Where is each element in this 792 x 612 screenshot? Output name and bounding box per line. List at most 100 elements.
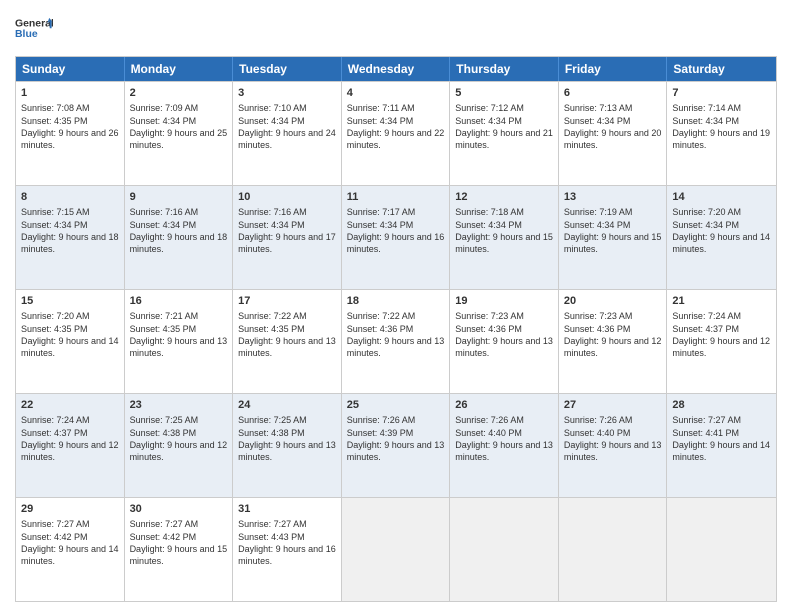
day-info: Sunrise: 7:08 AM Sunset: 4:35 PM Dayligh… bbox=[21, 102, 119, 151]
calendar-row-4: 29 Sunrise: 7:27 AM Sunset: 4:42 PM Dayl… bbox=[16, 497, 776, 601]
calendar-row-3: 22 Sunrise: 7:24 AM Sunset: 4:37 PM Dayl… bbox=[16, 393, 776, 497]
day-number: 16 bbox=[130, 294, 228, 309]
calendar: SundayMondayTuesdayWednesdayThursdayFrid… bbox=[15, 56, 777, 602]
day-info: Sunrise: 7:16 AM Sunset: 4:34 PM Dayligh… bbox=[238, 206, 336, 255]
day-number: 8 bbox=[21, 190, 119, 205]
day-number: 20 bbox=[564, 294, 662, 309]
day-cell-14: 14 Sunrise: 7:20 AM Sunset: 4:34 PM Dayl… bbox=[667, 186, 776, 289]
svg-text:General: General bbox=[15, 18, 53, 29]
day-cell-4: 4 Sunrise: 7:11 AM Sunset: 4:34 PM Dayli… bbox=[342, 82, 451, 185]
day-info: Sunrise: 7:09 AM Sunset: 4:34 PM Dayligh… bbox=[130, 102, 228, 151]
day-number: 2 bbox=[130, 86, 228, 101]
day-cell-10: 10 Sunrise: 7:16 AM Sunset: 4:34 PM Dayl… bbox=[233, 186, 342, 289]
day-number: 18 bbox=[347, 294, 445, 309]
logo: General Blue bbox=[15, 10, 53, 48]
day-cell-20: 20 Sunrise: 7:23 AM Sunset: 4:36 PM Dayl… bbox=[559, 290, 668, 393]
page: General Blue SundayMondayTuesdayWednesda… bbox=[0, 0, 792, 612]
header-day-monday: Monday bbox=[125, 57, 234, 81]
day-number: 22 bbox=[21, 398, 119, 413]
header-day-saturday: Saturday bbox=[667, 57, 776, 81]
day-cell-8: 8 Sunrise: 7:15 AM Sunset: 4:34 PM Dayli… bbox=[16, 186, 125, 289]
empty-cell bbox=[559, 498, 668, 601]
day-info: Sunrise: 7:26 AM Sunset: 4:40 PM Dayligh… bbox=[564, 414, 662, 463]
day-cell-19: 19 Sunrise: 7:23 AM Sunset: 4:36 PM Dayl… bbox=[450, 290, 559, 393]
header-day-sunday: Sunday bbox=[16, 57, 125, 81]
day-cell-21: 21 Sunrise: 7:24 AM Sunset: 4:37 PM Dayl… bbox=[667, 290, 776, 393]
day-info: Sunrise: 7:18 AM Sunset: 4:34 PM Dayligh… bbox=[455, 206, 553, 255]
day-info: Sunrise: 7:27 AM Sunset: 4:41 PM Dayligh… bbox=[672, 414, 771, 463]
day-number: 9 bbox=[130, 190, 228, 205]
day-info: Sunrise: 7:16 AM Sunset: 4:34 PM Dayligh… bbox=[130, 206, 228, 255]
day-cell-30: 30 Sunrise: 7:27 AM Sunset: 4:42 PM Dayl… bbox=[125, 498, 234, 601]
day-number: 21 bbox=[672, 294, 771, 309]
day-info: Sunrise: 7:22 AM Sunset: 4:35 PM Dayligh… bbox=[238, 310, 336, 359]
day-cell-23: 23 Sunrise: 7:25 AM Sunset: 4:38 PM Dayl… bbox=[125, 394, 234, 497]
day-number: 11 bbox=[347, 190, 445, 205]
svg-text:Blue: Blue bbox=[15, 29, 38, 40]
day-info: Sunrise: 7:11 AM Sunset: 4:34 PM Dayligh… bbox=[347, 102, 445, 151]
day-cell-26: 26 Sunrise: 7:26 AM Sunset: 4:40 PM Dayl… bbox=[450, 394, 559, 497]
empty-cell bbox=[667, 498, 776, 601]
day-number: 4 bbox=[347, 86, 445, 101]
day-info: Sunrise: 7:12 AM Sunset: 4:34 PM Dayligh… bbox=[455, 102, 553, 151]
day-cell-1: 1 Sunrise: 7:08 AM Sunset: 4:35 PM Dayli… bbox=[16, 82, 125, 185]
day-cell-15: 15 Sunrise: 7:20 AM Sunset: 4:35 PM Dayl… bbox=[16, 290, 125, 393]
day-cell-24: 24 Sunrise: 7:25 AM Sunset: 4:38 PM Dayl… bbox=[233, 394, 342, 497]
day-number: 24 bbox=[238, 398, 336, 413]
day-cell-12: 12 Sunrise: 7:18 AM Sunset: 4:34 PM Dayl… bbox=[450, 186, 559, 289]
day-cell-28: 28 Sunrise: 7:27 AM Sunset: 4:41 PM Dayl… bbox=[667, 394, 776, 497]
day-info: Sunrise: 7:22 AM Sunset: 4:36 PM Dayligh… bbox=[347, 310, 445, 359]
empty-cell bbox=[450, 498, 559, 601]
day-cell-3: 3 Sunrise: 7:10 AM Sunset: 4:34 PM Dayli… bbox=[233, 82, 342, 185]
day-cell-9: 9 Sunrise: 7:16 AM Sunset: 4:34 PM Dayli… bbox=[125, 186, 234, 289]
day-number: 1 bbox=[21, 86, 119, 101]
day-info: Sunrise: 7:21 AM Sunset: 4:35 PM Dayligh… bbox=[130, 310, 228, 359]
day-info: Sunrise: 7:14 AM Sunset: 4:34 PM Dayligh… bbox=[672, 102, 771, 151]
day-info: Sunrise: 7:13 AM Sunset: 4:34 PM Dayligh… bbox=[564, 102, 662, 151]
day-cell-31: 31 Sunrise: 7:27 AM Sunset: 4:43 PM Dayl… bbox=[233, 498, 342, 601]
day-info: Sunrise: 7:26 AM Sunset: 4:39 PM Dayligh… bbox=[347, 414, 445, 463]
calendar-row-1: 8 Sunrise: 7:15 AM Sunset: 4:34 PM Dayli… bbox=[16, 185, 776, 289]
day-info: Sunrise: 7:15 AM Sunset: 4:34 PM Dayligh… bbox=[21, 206, 119, 255]
day-cell-5: 5 Sunrise: 7:12 AM Sunset: 4:34 PM Dayli… bbox=[450, 82, 559, 185]
day-number: 7 bbox=[672, 86, 771, 101]
day-info: Sunrise: 7:26 AM Sunset: 4:40 PM Dayligh… bbox=[455, 414, 553, 463]
day-cell-6: 6 Sunrise: 7:13 AM Sunset: 4:34 PM Dayli… bbox=[559, 82, 668, 185]
day-number: 14 bbox=[672, 190, 771, 205]
day-info: Sunrise: 7:23 AM Sunset: 4:36 PM Dayligh… bbox=[564, 310, 662, 359]
day-info: Sunrise: 7:27 AM Sunset: 4:42 PM Dayligh… bbox=[21, 518, 119, 567]
day-cell-18: 18 Sunrise: 7:22 AM Sunset: 4:36 PM Dayl… bbox=[342, 290, 451, 393]
day-number: 30 bbox=[130, 502, 228, 517]
day-cell-27: 27 Sunrise: 7:26 AM Sunset: 4:40 PM Dayl… bbox=[559, 394, 668, 497]
header-day-thursday: Thursday bbox=[450, 57, 559, 81]
empty-cell bbox=[342, 498, 451, 601]
day-cell-13: 13 Sunrise: 7:19 AM Sunset: 4:34 PM Dayl… bbox=[559, 186, 668, 289]
day-cell-25: 25 Sunrise: 7:26 AM Sunset: 4:39 PM Dayl… bbox=[342, 394, 451, 497]
day-number: 3 bbox=[238, 86, 336, 101]
day-info: Sunrise: 7:20 AM Sunset: 4:34 PM Dayligh… bbox=[672, 206, 771, 255]
day-cell-11: 11 Sunrise: 7:17 AM Sunset: 4:34 PM Dayl… bbox=[342, 186, 451, 289]
day-number: 29 bbox=[21, 502, 119, 517]
calendar-row-0: 1 Sunrise: 7:08 AM Sunset: 4:35 PM Dayli… bbox=[16, 81, 776, 185]
header-day-wednesday: Wednesday bbox=[342, 57, 451, 81]
calendar-row-2: 15 Sunrise: 7:20 AM Sunset: 4:35 PM Dayl… bbox=[16, 289, 776, 393]
day-cell-17: 17 Sunrise: 7:22 AM Sunset: 4:35 PM Dayl… bbox=[233, 290, 342, 393]
day-number: 15 bbox=[21, 294, 119, 309]
day-number: 26 bbox=[455, 398, 553, 413]
day-info: Sunrise: 7:20 AM Sunset: 4:35 PM Dayligh… bbox=[21, 310, 119, 359]
day-info: Sunrise: 7:24 AM Sunset: 4:37 PM Dayligh… bbox=[672, 310, 771, 359]
day-info: Sunrise: 7:25 AM Sunset: 4:38 PM Dayligh… bbox=[238, 414, 336, 463]
day-number: 6 bbox=[564, 86, 662, 101]
day-number: 10 bbox=[238, 190, 336, 205]
day-number: 27 bbox=[564, 398, 662, 413]
day-number: 23 bbox=[130, 398, 228, 413]
day-cell-2: 2 Sunrise: 7:09 AM Sunset: 4:34 PM Dayli… bbox=[125, 82, 234, 185]
day-info: Sunrise: 7:24 AM Sunset: 4:37 PM Dayligh… bbox=[21, 414, 119, 463]
day-cell-7: 7 Sunrise: 7:14 AM Sunset: 4:34 PM Dayli… bbox=[667, 82, 776, 185]
day-number: 17 bbox=[238, 294, 336, 309]
header-day-tuesday: Tuesday bbox=[233, 57, 342, 81]
day-number: 31 bbox=[238, 502, 336, 517]
day-info: Sunrise: 7:25 AM Sunset: 4:38 PM Dayligh… bbox=[130, 414, 228, 463]
day-info: Sunrise: 7:17 AM Sunset: 4:34 PM Dayligh… bbox=[347, 206, 445, 255]
day-number: 12 bbox=[455, 190, 553, 205]
